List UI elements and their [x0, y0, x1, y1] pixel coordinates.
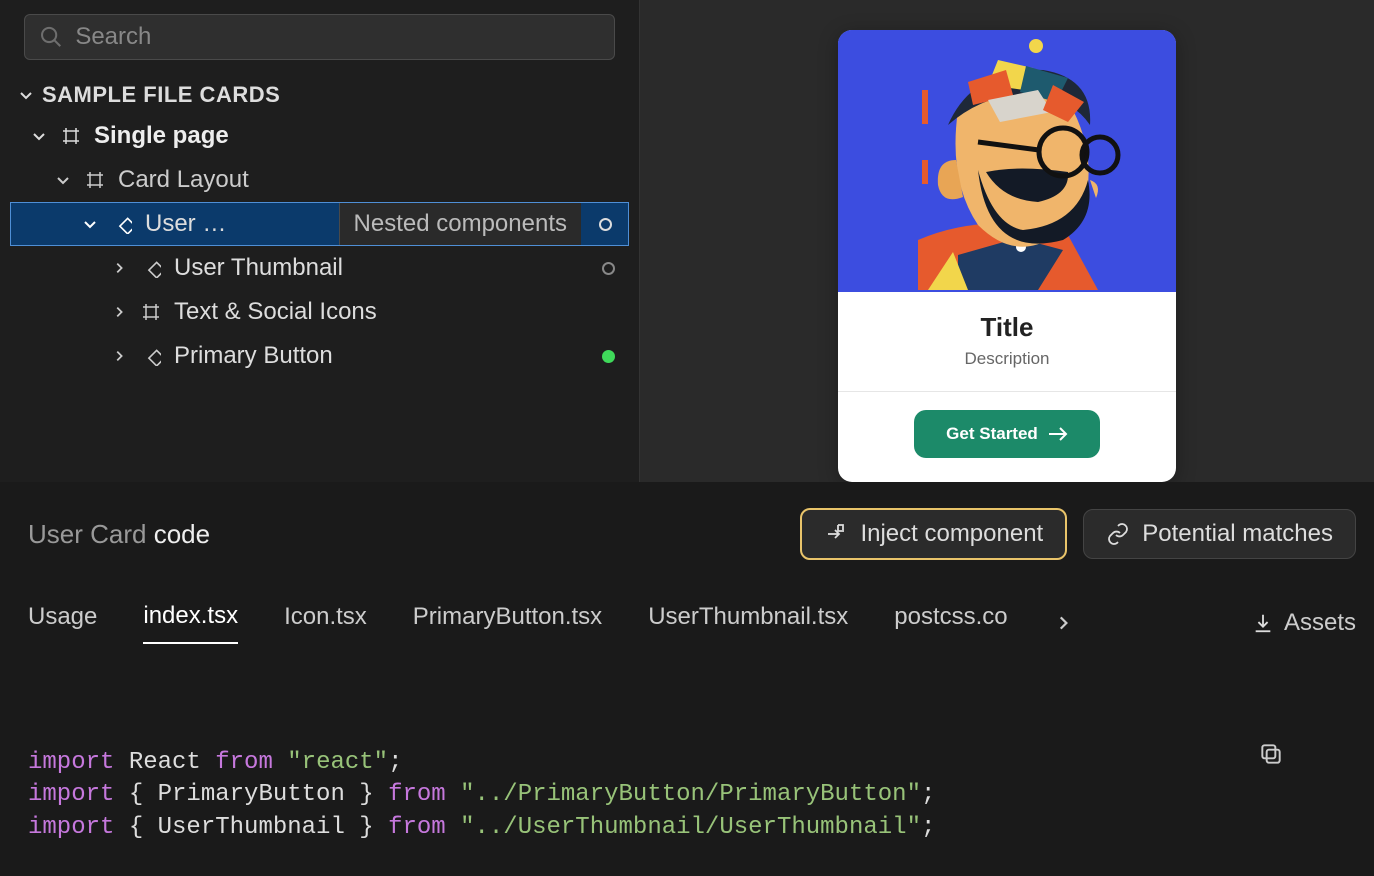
inject-label: Inject component — [860, 520, 1043, 548]
status-dot — [602, 262, 615, 275]
chevron-right-icon — [1054, 614, 1072, 632]
tree-item-label: Card Layout — [118, 166, 249, 194]
chevron-down-icon — [18, 87, 34, 103]
breadcrumb: User Card code — [28, 519, 210, 550]
tab-index[interactable]: index.tsx — [143, 602, 238, 644]
preview-thumbnail — [838, 30, 1176, 292]
assets-label: Assets — [1284, 609, 1356, 637]
card-description: Description — [838, 349, 1176, 369]
arrow-right-icon — [1048, 426, 1068, 442]
chevron-right-icon — [112, 305, 126, 319]
tree-item-label: Primary Button — [174, 342, 333, 370]
link-icon — [1106, 522, 1130, 546]
status-dot — [602, 350, 615, 363]
tabs-scroll-right[interactable] — [1054, 614, 1072, 632]
preview-pane: Title Description Get Started — [640, 0, 1374, 482]
inject-component-button[interactable]: Inject component — [800, 508, 1067, 560]
chevron-down-icon — [82, 216, 98, 232]
tree-heading-label: SAMPLE FILE CARDS — [42, 82, 280, 108]
tab-primary-button[interactable]: PrimaryButton.tsx — [413, 603, 602, 643]
search-field[interactable] — [75, 23, 600, 51]
code-tabs: Usage index.tsx Icon.tsx PrimaryButton.t… — [28, 602, 1356, 644]
tree-item-text-social[interactable]: Text & Social Icons — [10, 290, 629, 334]
copy-button[interactable] — [1258, 676, 1344, 832]
search-icon — [39, 24, 63, 50]
nested-components-tag: Nested components — [339, 203, 581, 245]
chevron-down-icon — [31, 128, 47, 144]
tree-item-card-layout[interactable]: Card Layout — [10, 158, 629, 202]
potential-matches-button[interactable]: Potential matches — [1083, 509, 1356, 559]
tree-item-user-thumbnail[interactable]: User Thumbnail — [10, 246, 629, 290]
sidebar: SAMPLE FILE CARDS Single page Card Layou… — [0, 0, 640, 482]
component-icon — [138, 258, 164, 278]
chevron-down-icon — [55, 172, 71, 188]
get-started-button[interactable]: Get Started — [914, 410, 1100, 458]
code-panel: User Card code Inject component Potentia… — [0, 482, 1374, 876]
tree-item-label: Single page — [94, 122, 229, 150]
tab-postcss[interactable]: postcss.co — [894, 603, 1007, 643]
cta-label: Get Started — [946, 424, 1038, 444]
copy-icon — [1258, 741, 1284, 767]
tree-item-label: Text & Social Icons — [174, 298, 377, 326]
inject-icon — [824, 522, 848, 546]
tab-usage[interactable]: Usage — [28, 603, 97, 643]
matches-label: Potential matches — [1142, 520, 1333, 548]
chevron-right-icon — [112, 349, 126, 363]
frame-icon — [138, 302, 164, 322]
search-input[interactable] — [24, 14, 615, 60]
breadcrumb-name: User Card — [28, 519, 146, 549]
code-block: import React from "react"; import { Prim… — [28, 682, 1356, 876]
assets-link[interactable]: Assets — [1252, 609, 1356, 637]
component-icon — [109, 214, 135, 234]
tree-item-label: User Thumbnail — [174, 254, 343, 282]
preview-card: Title Description Get Started — [838, 30, 1176, 482]
component-icon — [138, 346, 164, 366]
tab-icon[interactable]: Icon.tsx — [284, 603, 367, 643]
tree-item-user-card[interactable]: User … Nested components — [10, 202, 629, 246]
card-title: Title — [838, 312, 1176, 343]
tab-user-thumbnail[interactable]: UserThumbnail.tsx — [648, 603, 848, 643]
tree-item-primary-button[interactable]: Primary Button — [10, 334, 629, 378]
tree-item-label: User … — [145, 210, 226, 238]
layer-tree: SAMPLE FILE CARDS Single page Card Layou… — [10, 72, 629, 378]
frame-icon — [58, 126, 84, 146]
chevron-right-icon — [112, 261, 126, 275]
frame-icon — [82, 170, 108, 190]
download-icon — [1252, 612, 1274, 634]
status-dot — [599, 218, 612, 231]
tree-heading[interactable]: SAMPLE FILE CARDS — [10, 72, 629, 114]
tree-item-single-page[interactable]: Single page — [10, 114, 629, 158]
breadcrumb-suffix: code — [146, 519, 210, 549]
